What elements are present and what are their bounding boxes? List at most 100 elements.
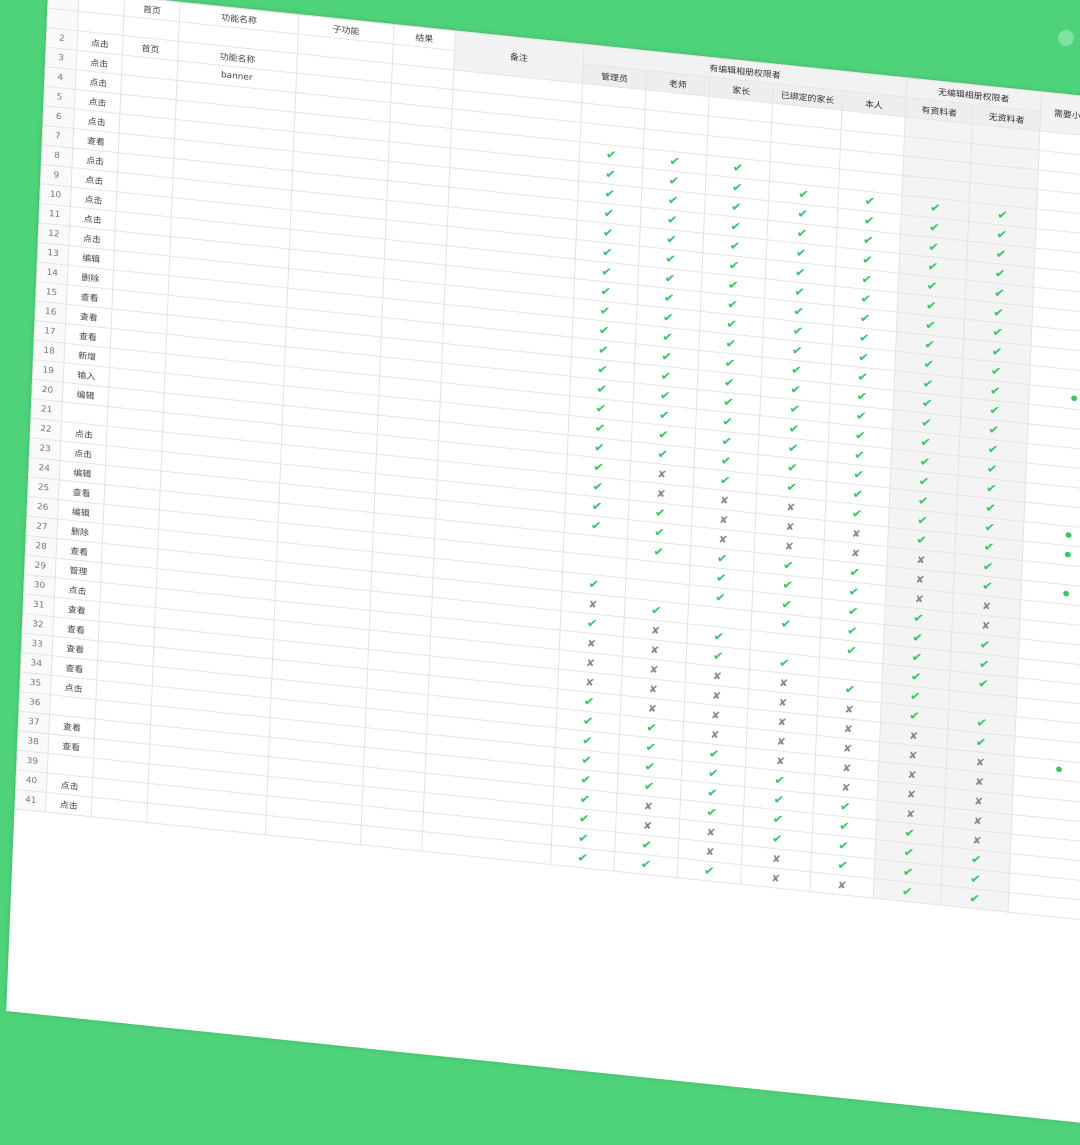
check-icon: ✔ [853, 467, 865, 483]
check-icon: ✔ [912, 630, 924, 646]
check-icon: ✔ [593, 440, 606, 456]
cross-icon: ✘ [973, 814, 983, 828]
check-icon: ✔ [857, 369, 869, 385]
check-icon: ✔ [975, 735, 987, 751]
check-icon: ✔ [778, 655, 791, 671]
check-icon: ✔ [653, 544, 665, 560]
check-icon: ✔ [723, 375, 735, 391]
check-icon: ✔ [983, 539, 995, 555]
check-icon: ✔ [852, 486, 864, 502]
check-icon: ✔ [725, 336, 737, 352]
check-icon: ✔ [592, 459, 605, 475]
check-icon: ✔ [916, 532, 928, 548]
check-icon: ✔ [645, 739, 657, 755]
check-icon: ✔ [730, 199, 743, 215]
cross-icon: ✘ [914, 592, 925, 606]
cross-icon: ✘ [776, 734, 787, 748]
cross-icon: ✘ [850, 546, 861, 560]
check-icon: ✔ [661, 329, 674, 345]
check-icon: ✔ [910, 669, 922, 685]
check-icon: ✔ [918, 474, 930, 490]
check-icon: ✔ [996, 227, 1008, 243]
cross-icon: ✘ [981, 618, 991, 632]
cross-icon: ✘ [916, 553, 926, 567]
cross-icon: ✘ [851, 526, 862, 540]
cross-icon: ✘ [588, 597, 598, 611]
check-icon: ✔ [722, 394, 735, 411]
check-icon: ✔ [925, 298, 937, 314]
cross-icon: ✘ [771, 852, 782, 866]
check-icon: ✔ [721, 434, 733, 450]
check-icon: ✔ [838, 818, 851, 834]
check-icon: ✔ [976, 715, 988, 731]
check-icon: ✔ [665, 251, 677, 267]
check-icon: ✔ [984, 500, 997, 516]
check-icon: ✔ [859, 311, 871, 327]
check-icon: ✔ [703, 863, 716, 879]
check-icon: ✔ [995, 246, 1007, 262]
check-icon: ✔ [984, 520, 996, 536]
check-icon: ✔ [661, 349, 673, 365]
cross-icon: ✘ [972, 833, 982, 847]
cross-icon: ✘ [586, 636, 597, 650]
check-icon: ✔ [792, 323, 804, 339]
check-icon: ✔ [596, 381, 608, 397]
check-icon: ✔ [855, 408, 867, 424]
check-icon: ✔ [917, 493, 929, 509]
check-icon: ✔ [912, 610, 925, 626]
check-icon: ✔ [643, 778, 655, 795]
check-icon: ✔ [713, 629, 725, 645]
check-icon: ✔ [968, 891, 981, 907]
check-icon: ✔ [658, 407, 671, 423]
check-icon: ✔ [837, 857, 849, 874]
check-icon: ✔ [791, 343, 803, 359]
check-icon: ✔ [986, 461, 998, 477]
cross-icon: ✘ [642, 819, 653, 833]
check-icon: ✔ [657, 427, 670, 443]
cross-icon: ✘ [778, 695, 788, 709]
dot-icon [1062, 590, 1069, 597]
check-icon: ✔ [712, 648, 724, 664]
check-icon: ✔ [927, 239, 940, 255]
check-icon: ✔ [988, 403, 1001, 419]
permission-table: 首页 功能名称 子功能 结果 备注 有编辑相册权限者 无编辑相册权限者 需要小程… [14, 0, 1080, 922]
check-icon: ✔ [668, 173, 680, 189]
check-icon: ✔ [663, 290, 675, 306]
dot-icon [1064, 551, 1071, 558]
check-icon: ✔ [591, 498, 603, 515]
check-icon: ✔ [771, 831, 783, 847]
check-icon: ✔ [706, 785, 719, 801]
check-icon: ✔ [981, 578, 994, 594]
check-icon: ✔ [990, 363, 1002, 380]
cross-icon: ✘ [705, 845, 715, 859]
cross-icon: ✘ [908, 748, 918, 762]
check-icon: ✔ [789, 401, 801, 417]
cross-icon: ✘ [585, 656, 596, 670]
check-icon: ✔ [982, 559, 994, 575]
check-icon: ✔ [576, 850, 589, 866]
check-icon: ✔ [594, 420, 606, 436]
check-icon: ✔ [988, 422, 1000, 438]
check-icon: ✔ [602, 225, 614, 241]
check-icon: ✔ [731, 180, 743, 196]
cross-icon: ✘ [718, 513, 729, 527]
check-icon: ✔ [706, 805, 718, 821]
cross-icon: ✘ [786, 500, 796, 514]
check-icon: ✔ [577, 830, 590, 847]
check-icon: ✔ [603, 206, 615, 222]
check-icon: ✔ [657, 446, 669, 463]
check-icon: ✔ [992, 305, 1005, 321]
check-icon: ✔ [847, 604, 859, 620]
check-icon: ✔ [715, 570, 728, 586]
check-icon: ✔ [654, 505, 667, 521]
cross-icon: ✘ [907, 768, 917, 782]
cross-icon: ✘ [844, 702, 855, 716]
check-icon: ✔ [845, 643, 858, 659]
cross-icon: ✘ [778, 676, 789, 690]
check-icon: ✔ [786, 460, 799, 476]
check-icon: ✔ [595, 401, 607, 417]
cross-icon: ✘ [841, 780, 851, 794]
check-icon: ✔ [580, 752, 593, 768]
check-icon: ✔ [970, 852, 982, 868]
cross-icon: ✘ [775, 754, 786, 768]
